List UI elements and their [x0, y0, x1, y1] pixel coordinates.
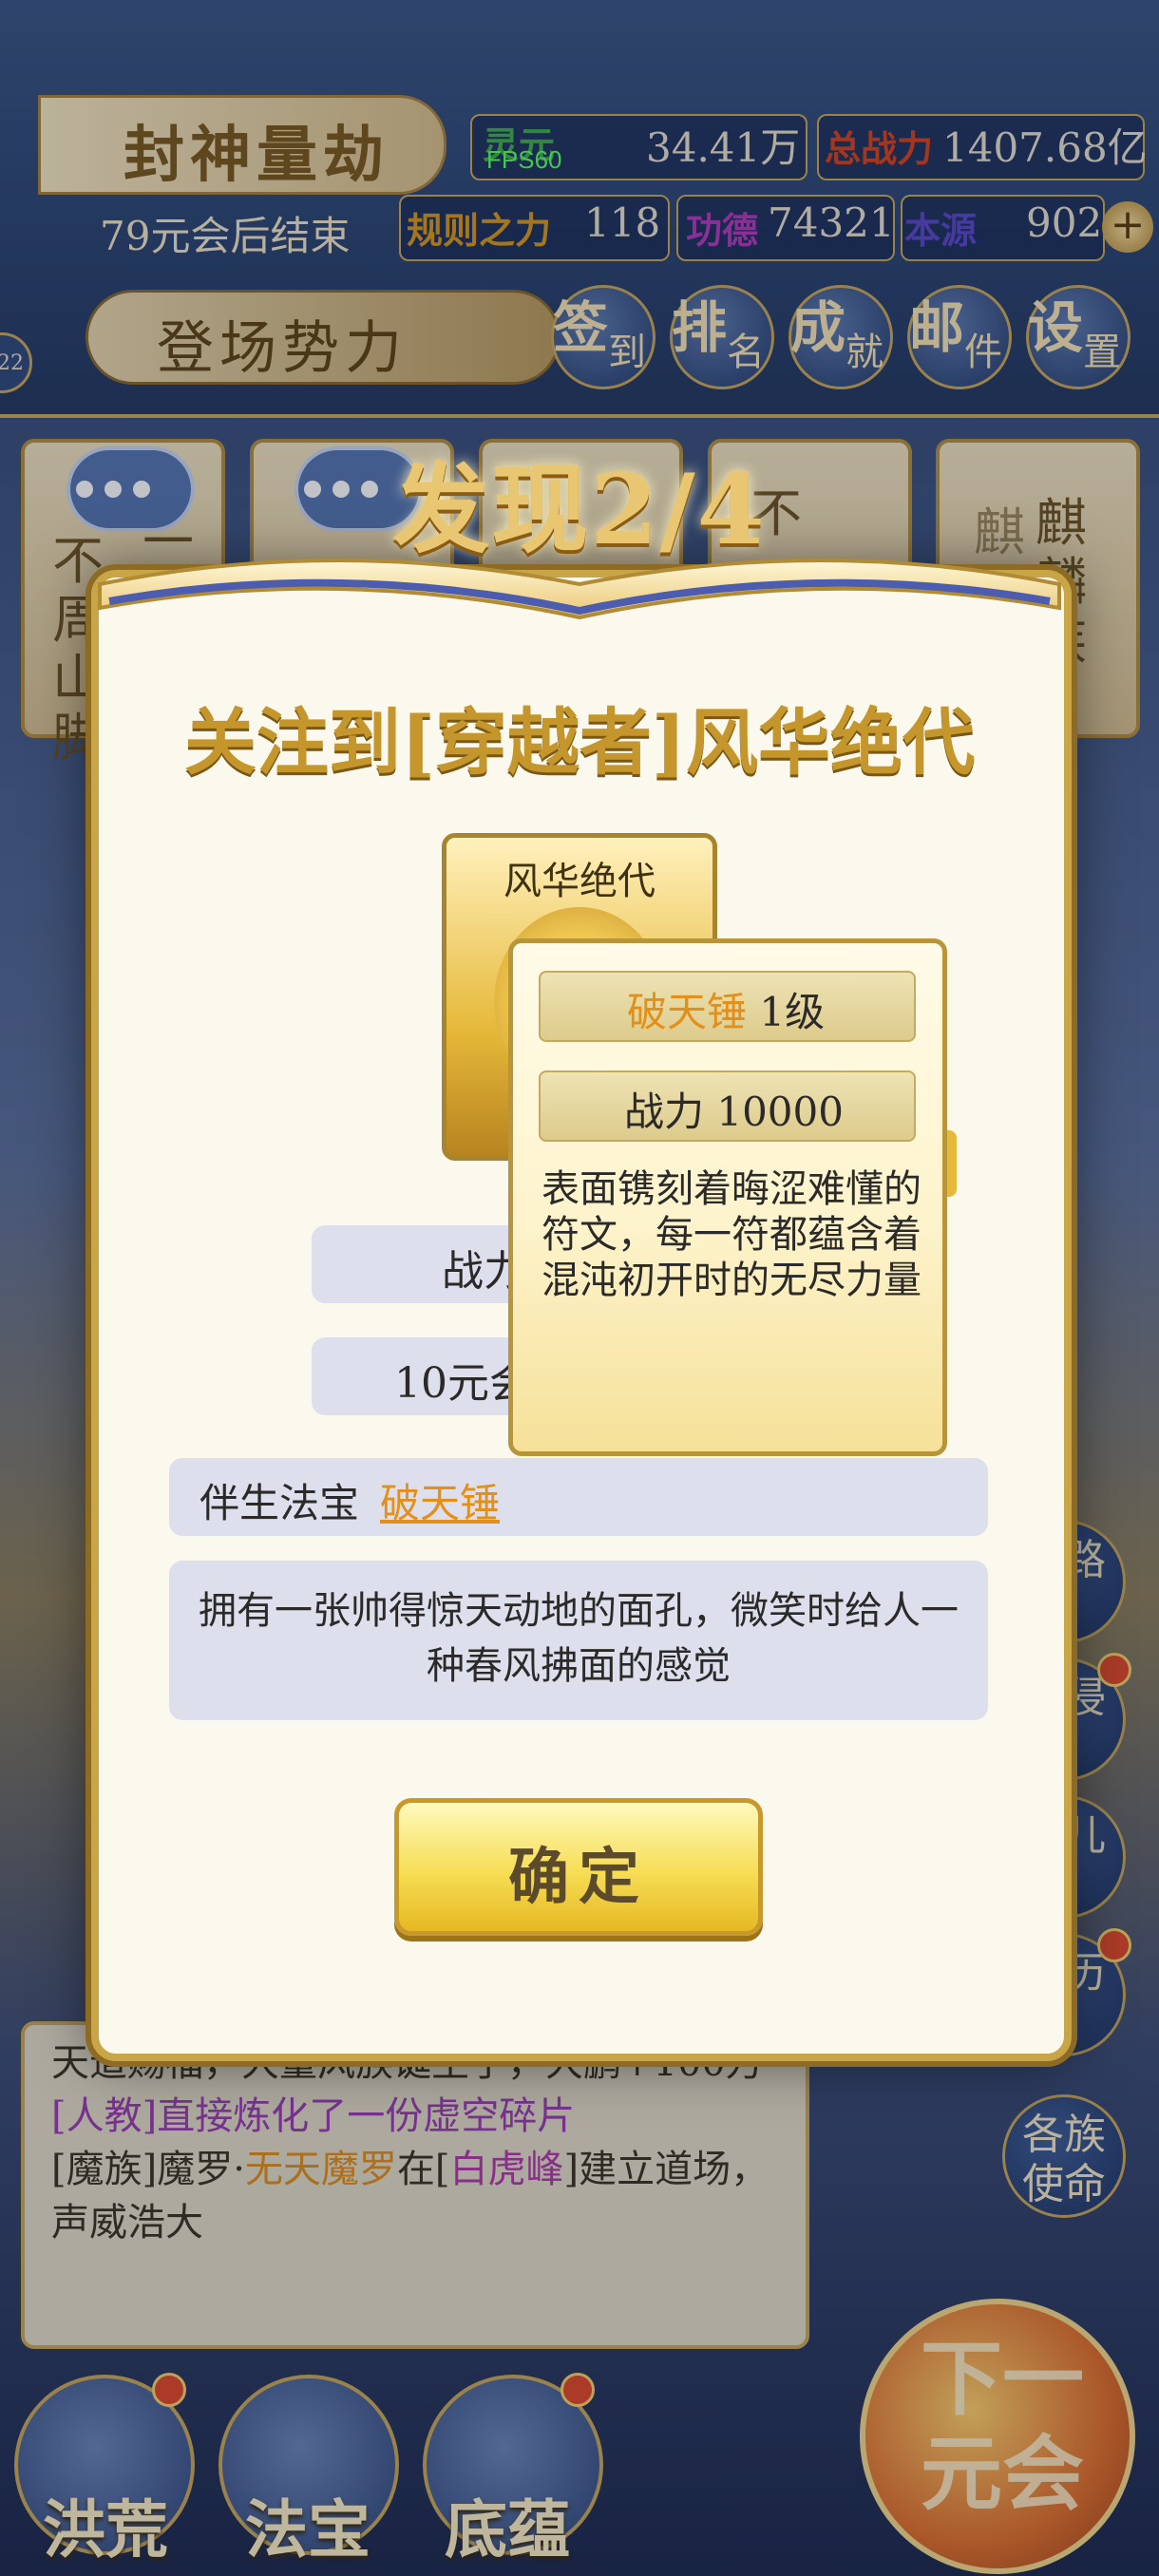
- tooltip-power: 战力 10000: [624, 1089, 844, 1135]
- tooltip-treasure-name: 破天锤: [627, 989, 748, 1035]
- dialog-title: 关注到[穿越者]风华绝代: [184, 700, 975, 785]
- companion-treasure-link[interactable]: 破天锤: [380, 1471, 500, 1529]
- character-description: 拥有一张帅得惊天动地的面孔，微笑时给人一种春风拂面的感觉: [169, 1561, 988, 1720]
- discovery-progress-title: 发现2/4: [392, 453, 767, 567]
- tooltip-treasure-level: 1级: [759, 989, 826, 1035]
- confirm-button-label: 确定: [508, 1842, 649, 1913]
- tooltip-description: 表面镌刻着晦涩难懂的符文，每一符都蕴含着混沌初开时的无尽力量: [542, 1167, 922, 1302]
- companion-treasure-label: 伴生法宝: [200, 1480, 360, 1526]
- portrait-name: 风华绝代: [504, 860, 656, 903]
- tooltip-name-level: 破天锤 1级: [627, 980, 825, 1038]
